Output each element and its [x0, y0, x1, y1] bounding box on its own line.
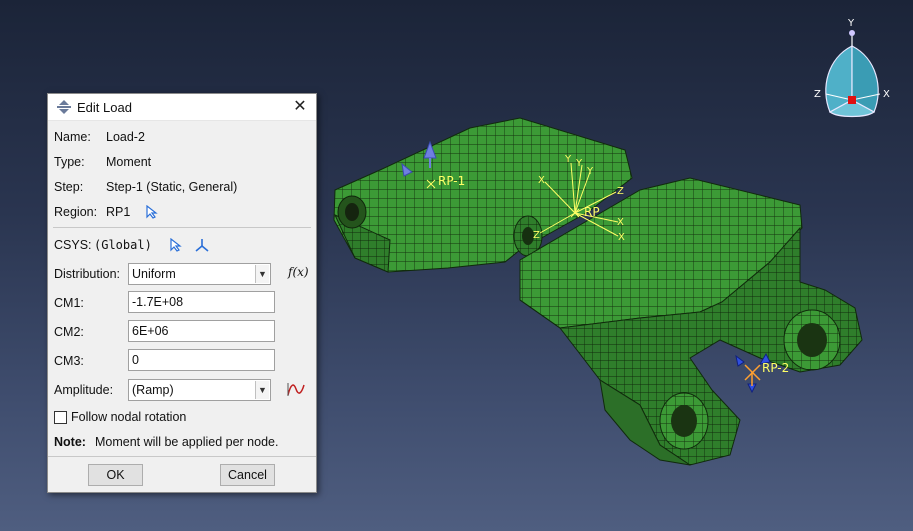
csys-select-arrow-icon[interactable]: [170, 238, 182, 252]
ok-button[interactable]: OK: [88, 464, 143, 486]
region-label: Region:: [54, 205, 98, 219]
svg-text:Z: Z: [533, 230, 540, 241]
amplitude-label: Amplitude:: [54, 383, 114, 397]
svg-text:X: X: [538, 175, 545, 186]
region-row: Region: RP1: [54, 202, 204, 222]
create-amplitude-icon[interactable]: [287, 381, 305, 397]
name-label: Name:: [54, 130, 91, 144]
note-label: Note:: [54, 435, 86, 449]
rp-label: RP: [584, 205, 600, 219]
svg-text:X: X: [618, 232, 625, 243]
svg-text:RP-2: RP-2: [762, 361, 789, 375]
follow-rotation-row[interactable]: Follow nodal rotation: [54, 407, 274, 427]
cm2-row: CM2: 6E+06: [54, 320, 310, 342]
separator: [53, 227, 311, 228]
cm3-label: CM3:: [54, 354, 84, 368]
amplitude-select[interactable]: (Ramp) ▼: [128, 379, 271, 401]
follow-rotation-checkbox[interactable]: [54, 411, 67, 424]
close-icon[interactable]: ✕: [290, 97, 310, 117]
cm1-input[interactable]: -1.7E+08: [128, 291, 275, 313]
follow-rotation-label: Follow nodal rotation: [71, 410, 187, 424]
dialog-titlebar[interactable]: Edit Load ✕: [48, 94, 316, 121]
distribution-value: Uniform: [132, 267, 176, 281]
distribution-row: Distribution: Uniform ▼ f(x): [54, 262, 310, 285]
view-triad[interactable]: Y Z X: [814, 18, 890, 118]
dialog-title: Edit Load: [77, 100, 132, 115]
triad-z-label: Z: [814, 89, 821, 100]
load-icon: [57, 100, 71, 114]
svg-text:Y: Y: [586, 166, 594, 177]
csys-label: CSYS:: [54, 238, 92, 252]
edit-load-dialog: Edit Load ✕ Name: Load-2 Type: Moment St…: [47, 93, 317, 493]
svg-text:RP-1: RP-1: [438, 174, 465, 188]
amplitude-row: Amplitude: (Ramp) ▼: [54, 379, 310, 401]
distribution-label: Distribution:: [54, 267, 120, 281]
region-value: RP1: [106, 205, 131, 219]
svg-text:Z: Z: [617, 186, 624, 197]
name-value: Load-2: [106, 130, 145, 144]
cm1-label: CM1:: [54, 296, 84, 310]
distribution-select[interactable]: Uniform ▼: [128, 263, 271, 285]
button-separator: [48, 456, 316, 457]
step-value: Step-1 (Static, General): [106, 180, 238, 194]
cm1-row: CM1: -1.7E+08: [54, 291, 310, 313]
region-select-arrow-icon[interactable]: [146, 205, 158, 219]
chevron-down-icon[interactable]: ▼: [255, 381, 269, 399]
svg-text:Y: Y: [564, 154, 572, 165]
amplitude-value: (Ramp): [132, 383, 174, 397]
csys-create-icon[interactable]: [194, 237, 210, 253]
step-label: Step:: [54, 180, 84, 194]
fx-button[interactable]: f(x): [288, 262, 309, 282]
cm3-row: CM3: 0: [54, 349, 310, 371]
note-row: Note: Moment will be applied per node.: [54, 432, 310, 452]
type-value: Moment: [106, 155, 152, 169]
triad-x-label: X: [883, 89, 890, 100]
svg-text:Y: Y: [575, 158, 583, 169]
cm2-input[interactable]: 6E+06: [128, 320, 275, 342]
svg-text:X: X: [617, 217, 624, 228]
cm2-label: CM2:: [54, 325, 84, 339]
type-label: Type:: [54, 155, 85, 169]
csys-value: (Global): [94, 238, 152, 252]
note-text: Moment will be applied per node.: [95, 435, 279, 449]
cm3-input[interactable]: 0: [128, 349, 275, 371]
csys-row: CSYS: (Global): [54, 235, 254, 255]
cancel-button[interactable]: Cancel: [220, 464, 275, 486]
triad-y-label: Y: [847, 18, 855, 29]
chevron-down-icon[interactable]: ▼: [255, 265, 269, 283]
